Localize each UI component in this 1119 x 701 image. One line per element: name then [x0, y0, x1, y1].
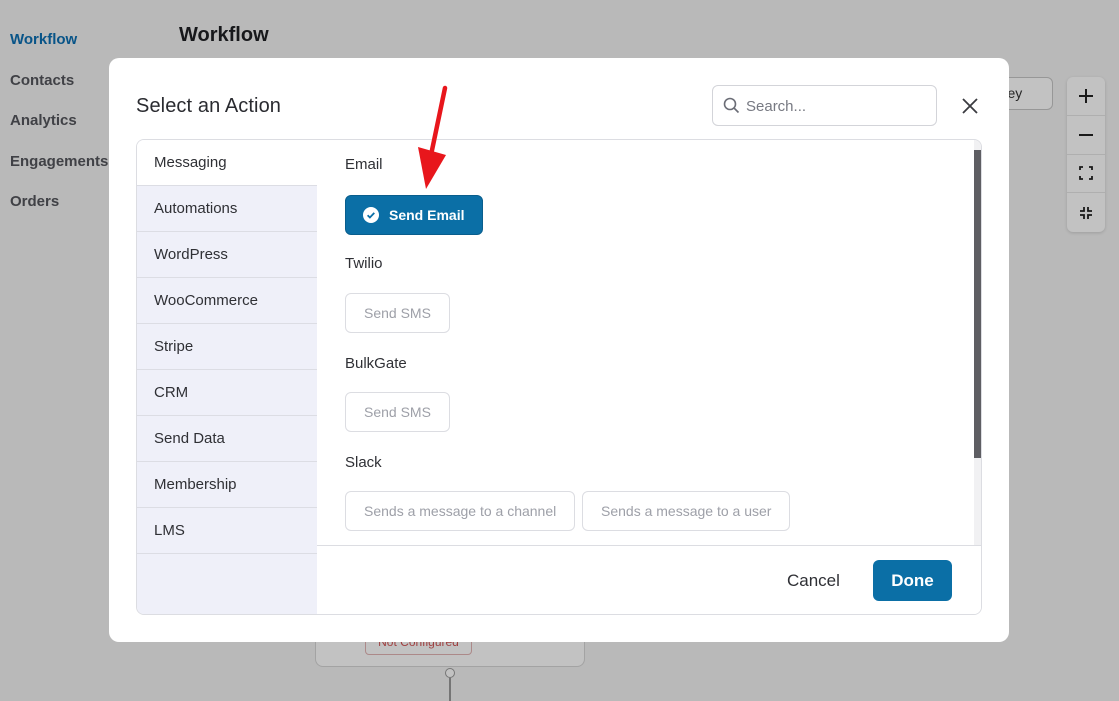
search-box [712, 85, 937, 126]
search-icon [723, 97, 740, 114]
category-stripe[interactable]: Stripe [137, 324, 317, 370]
scrollbar-thumb[interactable] [974, 150, 981, 458]
category-lms[interactable]: LMS [137, 508, 317, 554]
close-button[interactable] [959, 95, 981, 117]
category-woocommerce[interactable]: WooCommerce [137, 278, 317, 324]
bulkgate-send-sms-button[interactable]: Send SMS [345, 392, 450, 432]
search-input[interactable] [746, 95, 926, 117]
category-automations[interactable]: Automations [137, 186, 317, 232]
send-email-label: Send Email [389, 207, 465, 223]
cancel-button[interactable]: Cancel [787, 571, 840, 591]
annotation-arrow-icon [418, 85, 448, 189]
action-panel: Messaging Automations WordPress WooComme… [136, 139, 982, 615]
close-icon [962, 98, 978, 114]
group-label-slack: Slack [345, 454, 382, 471]
check-circle-icon [363, 207, 379, 223]
category-messaging[interactable]: Messaging [137, 140, 317, 186]
group-label-email: Email [345, 156, 383, 173]
category-sidebar: Messaging Automations WordPress WooComme… [137, 140, 317, 614]
send-email-button[interactable]: Send Email [345, 195, 484, 235]
modal-footer: Cancel Done [317, 545, 981, 614]
modal-title: Select an Action [136, 95, 282, 117]
category-crm[interactable]: CRM [137, 370, 317, 416]
twilio-send-sms-button[interactable]: Send SMS [345, 293, 450, 333]
done-button[interactable]: Done [873, 560, 952, 601]
actions-list: Email Send Email Twilio Send SMS BulkGat… [317, 140, 974, 545]
group-label-bulkgate: BulkGate [345, 355, 407, 372]
category-membership[interactable]: Membership [137, 462, 317, 508]
category-send-data[interactable]: Send Data [137, 416, 317, 462]
slack-channel-message-button[interactable]: Sends a message to a channel [345, 491, 576, 531]
select-action-modal: Select an Action Messaging Automations W… [109, 58, 1009, 642]
group-label-twilio: Twilio [345, 255, 383, 272]
category-wordpress[interactable]: WordPress [137, 232, 317, 278]
slack-user-message-button[interactable]: Sends a message to a user [582, 491, 791, 531]
